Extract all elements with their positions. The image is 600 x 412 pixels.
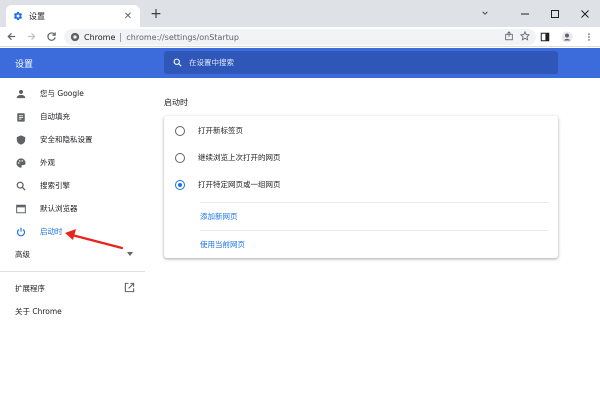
omnibox-url: chrome://settings/onStartup [126,32,239,42]
tab-settings[interactable]: 设置 ✕ [6,5,140,27]
close-icon[interactable]: ✕ [122,10,134,22]
browser-toolbar: Chrome chrome://settings/onStartup [0,27,600,47]
share-icon[interactable] [504,31,514,43]
option-label: 打开特定网页或一组网页 [198,180,281,189]
advanced-label: 高级 [15,250,30,259]
profile-avatar[interactable] [558,28,576,46]
person-icon [15,88,26,99]
open-in-new-icon [124,282,136,294]
settings-search[interactable] [164,51,558,74]
option-new-tab[interactable]: 打开新标签页 [164,117,558,144]
tab-title: 设置 [29,11,45,21]
power-icon [15,226,26,237]
shield-icon [15,134,26,145]
back-button[interactable] [2,28,20,46]
sidebar-item-privacy[interactable]: 安全和隐私设置 [0,128,150,151]
clipboard-icon [15,111,26,122]
search-input[interactable] [189,58,489,67]
sidebar-item-about[interactable]: 关于 Chrome [0,300,150,323]
new-tab-button[interactable]: + [148,6,164,22]
omnibox-site: Chrome [84,32,116,42]
sidebar-item-extensions[interactable]: 扩展程序 [0,277,150,300]
sidebar-item-label: 自动填充 [40,112,70,121]
tab-strip: 设置 ✕ + [0,0,600,27]
use-current-row: 使用当前网页 [200,230,548,257]
sidebar-item-default-browser[interactable]: 默认浏览器 [0,197,150,220]
radio-button[interactable] [175,125,185,136]
sidebar-item-label: 搜索引擎 [40,181,70,190]
tab-search-icon[interactable] [478,6,492,20]
reload-button[interactable] [42,28,60,46]
search-icon [173,58,182,67]
option-specific-pages[interactable]: 打开特定网页或一组网页 [164,171,558,198]
sidebar-item-label: 外观 [40,158,55,167]
bookmark-star-icon[interactable] [519,30,531,43]
address-bar[interactable]: Chrome chrome://settings/onStartup [64,29,536,45]
page-title: 设置 [15,60,34,70]
option-label: 打开新标签页 [198,126,243,135]
sidebar-item-label: 默认浏览器 [40,204,78,213]
side-panel-icon[interactable] [536,28,554,46]
sidebar-advanced[interactable]: 高级 [0,243,150,266]
settings-header: 设置 [0,48,600,78]
startup-card: 打开新标签页 继续浏览上次打开的网页 打开特定网页或一组网页 添加新网页 使用当… [164,116,558,258]
omnibox-separator [120,32,122,42]
extensions-label: 扩展程序 [15,284,45,293]
sidebar-item-label: 安全和隐私设置 [40,135,93,144]
sidebar-item-you-and-google[interactable]: 您与 Google [0,82,150,105]
about-label: 关于 Chrome [15,307,62,316]
gear-icon [12,11,23,22]
window-close-button[interactable] [570,0,600,27]
sidebar-item-label: 您与 Google [40,89,84,98]
chevron-down-icon [127,252,133,256]
sidebar-item-label: 启动时 [40,227,63,236]
section-title: 启动时 [164,98,188,107]
use-current-pages-link[interactable]: 使用当前网页 [200,239,245,250]
minimize-button[interactable] [510,0,540,27]
more-menu-icon[interactable] [580,28,598,46]
option-label: 继续浏览上次打开的网页 [198,153,281,162]
add-page-link[interactable]: 添加新网页 [200,211,238,222]
sidebar-item-autofill[interactable]: 自动填充 [0,105,150,128]
maximize-button[interactable] [540,0,570,27]
sidebar-item-search-engine[interactable]: 搜索引擎 [0,174,150,197]
option-continue[interactable]: 继续浏览上次打开的网页 [164,144,558,171]
forward-button[interactable] [22,28,40,46]
sidebar-item-on-startup[interactable]: 启动时 [0,220,150,243]
browser-icon [15,203,26,214]
sidebar-divider [0,271,145,272]
add-page-row: 添加新网页 [200,202,548,229]
chrome-icon [70,32,80,42]
sidebar: 您与 Google 自动填充 安全和隐私设置 外观 搜索引擎 默认浏览器 启动时… [0,82,150,323]
radio-button-checked[interactable] [175,179,185,190]
radio-button[interactable] [175,152,185,163]
sidebar-item-appearance[interactable]: 外观 [0,151,150,174]
search-icon [15,180,26,191]
palette-icon [15,157,26,168]
